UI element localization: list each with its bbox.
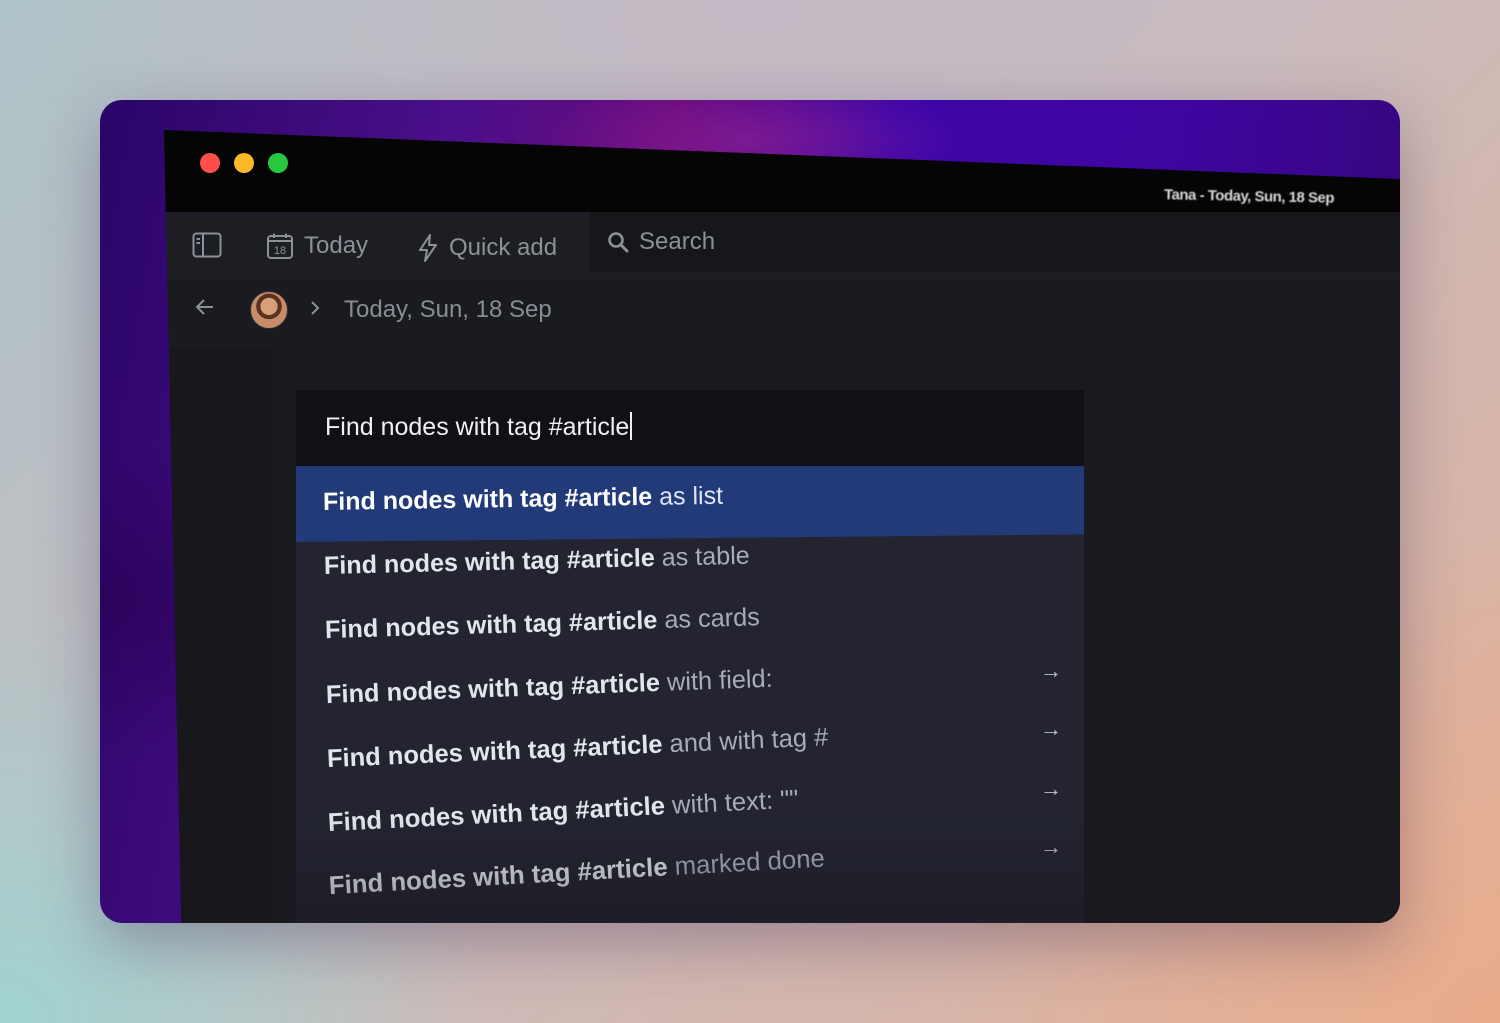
suggestion-bold: Find nodes with tag #article bbox=[323, 543, 656, 581]
suggestion-list: Find nodes with tag #article as list Fin… bbox=[296, 466, 1084, 923]
breadcrumb-current[interactable]: Today, Sun, 18 Sep bbox=[344, 296, 552, 324]
suggestion-text: Find nodes with tag #article as table bbox=[324, 542, 750, 582]
suggestion-rest: as table bbox=[654, 541, 751, 572]
text-caret bbox=[630, 412, 633, 440]
close-button[interactable] bbox=[200, 153, 220, 173]
suggestion-bold: Find nodes with tag #article bbox=[324, 605, 658, 645]
suggestion-rest: with field: bbox=[659, 664, 774, 697]
search-icon bbox=[608, 232, 629, 253]
suggestion-bold: Find nodes with tag #article bbox=[328, 852, 669, 901]
arrow-right-icon: → bbox=[1040, 716, 1062, 741]
window-controls bbox=[200, 153, 288, 173]
suggestion-text: Find nodes with tag #article with text: … bbox=[327, 785, 799, 839]
command-input-text[interactable]: Find nodes with tag #article bbox=[325, 412, 633, 442]
suggestion-text: Find nodes with tag #article marked done bbox=[328, 844, 825, 902]
toolbar: 18 Today Quick add Search bbox=[164, 212, 1400, 287]
suggestion-item[interactable]: Find nodes with tag #article with field:… bbox=[296, 658, 1084, 728]
suggestion-text: Find nodes with tag #article as cards bbox=[325, 603, 761, 645]
search-label: Search bbox=[639, 228, 716, 255]
minimize-button[interactable] bbox=[234, 153, 254, 173]
sidebar-toggle-button[interactable] bbox=[192, 232, 222, 258]
arrow-right-icon: → bbox=[1040, 776, 1062, 801]
suggestion-item[interactable]: Find nodes with tag #article and with ta… bbox=[296, 716, 1084, 790]
today-button[interactable]: 18 Today bbox=[266, 232, 368, 260]
suggestion-rest: with text: "" bbox=[664, 784, 800, 821]
command-query: Find nodes with tag #article bbox=[325, 413, 630, 441]
lightning-icon bbox=[419, 234, 437, 262]
today-label: Today bbox=[304, 232, 369, 259]
command-input[interactable]: Find nodes with tag #article bbox=[296, 390, 1084, 466]
quick-add-label: Quick add bbox=[449, 234, 558, 261]
sidebar-panel-icon bbox=[192, 232, 222, 258]
suggestion-rest: as cards bbox=[656, 602, 761, 635]
suggestion-text: Find nodes with tag #article with field: bbox=[325, 664, 773, 710]
maximize-button[interactable] bbox=[268, 153, 288, 173]
suggestion-item[interactable]: Find nodes with tag #article as cards bbox=[296, 603, 1084, 666]
suggestion-text: Find nodes with tag #article as list bbox=[323, 482, 723, 517]
suggestion-item[interactable]: Find nodes with tag #article with text: … bbox=[296, 776, 1084, 852]
command-palette: Find nodes with tag #article Find nodes … bbox=[296, 390, 1084, 923]
window-title: Tana - Today, Sun, 18 Sep bbox=[1163, 186, 1335, 207]
suggestion-item[interactable]: Find nodes with tag #article marked done… bbox=[296, 834, 1084, 914]
quick-add-button[interactable]: Quick add bbox=[417, 234, 557, 262]
calendar-icon: 18 bbox=[267, 233, 293, 259]
suggestion-item[interactable]: Find nodes with tag #article as list bbox=[296, 466, 1084, 542]
suggestion-text: Find nodes with tag #article and with ta… bbox=[326, 723, 828, 774]
suggestion-item[interactable]: Find nodes with tag #article as table bbox=[296, 542, 1084, 604]
suggestion-bold: Find nodes with tag #article bbox=[325, 668, 661, 710]
arrow-left-icon bbox=[195, 299, 213, 315]
suggestion-bold: Find nodes with tag #article bbox=[326, 730, 664, 774]
breadcrumb-separator bbox=[308, 299, 322, 317]
left-gutter bbox=[164, 350, 275, 923]
arrow-right-icon: → bbox=[1040, 658, 1062, 683]
suggestion-bold: Find nodes with tag #article bbox=[327, 791, 666, 838]
arrow-right-icon: → bbox=[1040, 834, 1062, 859]
search-bar[interactable]: Search bbox=[589, 212, 1400, 272]
chevron-right-icon bbox=[311, 301, 320, 315]
suggestion-rest: as list bbox=[651, 481, 724, 511]
search-field[interactable]: Search bbox=[607, 228, 715, 256]
suggestion-rest: and with tag # bbox=[661, 722, 829, 759]
avatar[interactable] bbox=[250, 291, 288, 329]
breadcrumb: Today, Sun, 18 Sep bbox=[164, 280, 1400, 350]
suggestion-bold: Find nodes with tag #article bbox=[322, 482, 653, 516]
svg-text:18: 18 bbox=[274, 245, 286, 257]
back-button[interactable] bbox=[194, 297, 216, 317]
